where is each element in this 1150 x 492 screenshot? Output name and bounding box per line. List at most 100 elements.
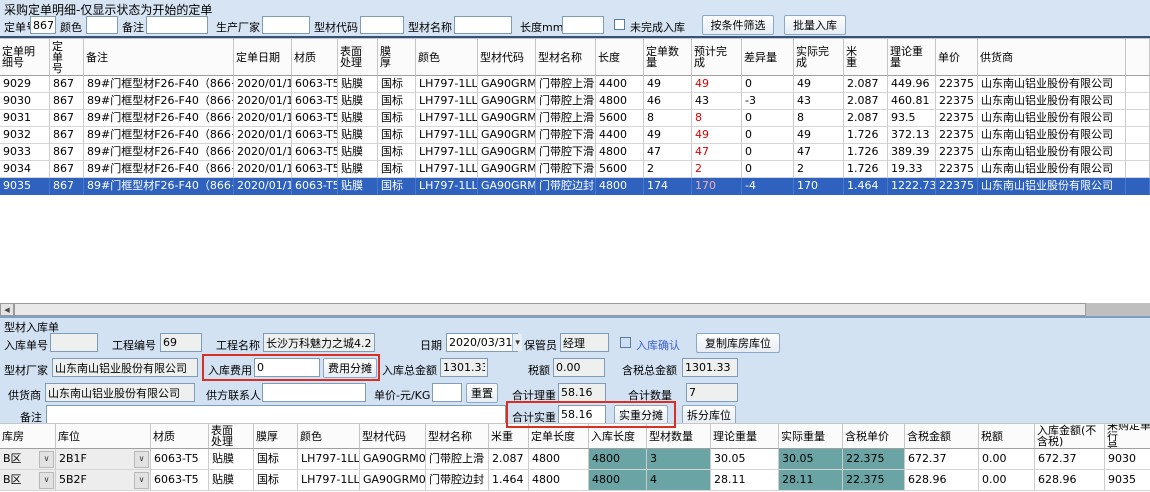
total-actual-input[interactable] — [558, 405, 606, 424]
fee-input[interactable] — [254, 358, 320, 377]
grid-cell[interactable]: 2020/01/13 — [234, 161, 292, 178]
grid-cell[interactable]: GA90GRM03 — [478, 110, 536, 127]
grid-row[interactable]: 903386789#门框型材F26-F40（866+867）2020/01/13… — [0, 144, 1150, 161]
tax-input[interactable] — [553, 358, 605, 377]
ruku-no-input[interactable] — [50, 333, 98, 352]
total-qty-input[interactable] — [686, 383, 738, 402]
grid-cell[interactable]: 22375 — [936, 76, 978, 93]
grid-cell[interactable]: 89#门框型材F26-F40（866+867） — [84, 76, 234, 93]
grid-cell[interactable]: 1.726 — [844, 127, 888, 144]
column-header[interactable]: 实际重量 — [779, 423, 843, 449]
column-header[interactable]: 材质 — [292, 38, 338, 76]
grid-cell[interactable]: 2.087 — [844, 93, 888, 110]
grid-cell[interactable]: 4400 — [596, 76, 644, 93]
column-header[interactable]: 型材数量 — [647, 423, 711, 449]
profile-name-input[interactable] — [454, 16, 512, 34]
factory-input[interactable] — [52, 358, 198, 377]
grid-cell[interactable]: GA90GRM04 — [478, 161, 536, 178]
grid-cell[interactable]: 0.00 — [979, 449, 1035, 470]
project-no-input[interactable] — [160, 333, 202, 352]
column-header[interactable]: 型材名称 — [536, 38, 596, 76]
grid-cell[interactable]: 国标 — [378, 178, 416, 195]
grid-cell[interactable] — [1126, 76, 1150, 93]
column-header[interactable]: 材质 — [151, 423, 209, 449]
grid-cell[interactable]: GA90GRM04 — [478, 127, 536, 144]
grid-cell[interactable]: 6063-T5 — [292, 178, 338, 195]
column-header[interactable]: 型材代码 — [360, 423, 426, 449]
grid-cell[interactable]: GA90GRM04 — [478, 144, 536, 161]
grid-cell[interactable]: 47 — [794, 144, 844, 161]
grid-cell[interactable]: 山东南山铝业股份有限公司 — [978, 178, 1126, 195]
grid-cell[interactable]: 30.05 — [779, 449, 843, 470]
grid-cell[interactable] — [1126, 93, 1150, 110]
grid-cell[interactable]: 门带腔上滑 — [536, 110, 596, 127]
column-header[interactable]: 税额 — [979, 423, 1035, 449]
grid-cell[interactable]: 1.464 — [489, 470, 529, 491]
grid-cell[interactable]: 867 — [50, 178, 84, 195]
column-header[interactable]: 型材名称 — [426, 423, 489, 449]
dropdown-arrow-icon[interactable]: ∨ — [134, 451, 149, 468]
grid-cell[interactable]: 6063-T5 — [292, 76, 338, 93]
dropdown-arrow-icon[interactable]: ∨ — [39, 472, 54, 489]
grid-cell[interactable]: 4800 — [529, 470, 589, 491]
grid-cell[interactable]: 9035 — [1105, 470, 1150, 491]
grid-cell[interactable]: 贴膜 — [209, 470, 254, 491]
grid-cell[interactable]: 9031 — [0, 110, 50, 127]
column-header[interactable]: 供货商 — [978, 38, 1126, 76]
grid-cell[interactable]: 4800 — [589, 449, 647, 470]
column-header[interactable]: 定单数 量 — [644, 38, 692, 76]
grid-cell[interactable]: 6063-T5 — [151, 449, 209, 470]
grid-cell[interactable]: 89#门框型材F26-F40（866+867） — [84, 161, 234, 178]
grid-cell[interactable]: 3 — [647, 449, 711, 470]
grid-cell[interactable]: 贴膜 — [209, 449, 254, 470]
total-amount-input[interactable] — [440, 358, 488, 377]
grid-cell[interactable]: 8 — [692, 110, 742, 127]
grid-cell[interactable]: LH797-1LL0 — [416, 93, 478, 110]
grid-cell[interactable]: 49 — [794, 127, 844, 144]
grid-cell[interactable]: 6063-T5 — [292, 93, 338, 110]
fee-allocate-button[interactable]: 费用分摊 — [323, 358, 377, 378]
grid-cell[interactable]: 867 — [50, 161, 84, 178]
grid-cell[interactable]: LH797-1LL0 — [416, 161, 478, 178]
grid-cell[interactable]: 山东南山铝业股份有限公司 — [978, 144, 1126, 161]
grid-cell[interactable]: 门带腔下滑 — [536, 161, 596, 178]
grid-cell[interactable]: 389.39 — [888, 144, 936, 161]
split-location-button[interactable]: 拆分库位 — [682, 405, 736, 425]
column-header[interactable]: 型材代码 — [478, 38, 536, 76]
column-header[interactable]: 定单日期 — [234, 38, 292, 76]
confirm-checkbox[interactable] — [620, 337, 631, 348]
grid-cell[interactable] — [1126, 110, 1150, 127]
date-field[interactable]: 2020/03/31 ▾ — [446, 333, 518, 352]
grid-cell[interactable]: 9029 — [0, 76, 50, 93]
grid-cell[interactable] — [1126, 127, 1150, 144]
grid-cell[interactable]: 22375 — [936, 144, 978, 161]
grid-cell[interactable]: 4 — [647, 470, 711, 491]
grid-cell[interactable]: 4800 — [529, 449, 589, 470]
grid-cell[interactable]: 门带腔上滑 — [426, 449, 489, 470]
grid-cell[interactable]: 0 — [742, 127, 794, 144]
column-header[interactable]: 预计完 成 — [692, 38, 742, 76]
actual-allocate-button[interactable]: 实重分摊 — [614, 405, 668, 425]
grid-cell[interactable]: 5B2F∨ — [56, 470, 151, 491]
grid-cell[interactable]: 国标 — [378, 161, 416, 178]
column-header[interactable]: 理论重 量 — [888, 38, 936, 76]
grid-cell[interactable]: LH797-1LL0 — [416, 178, 478, 195]
grid-cell[interactable]: 9033 — [0, 144, 50, 161]
grid-cell[interactable]: 43 — [794, 93, 844, 110]
grid-cell[interactable]: GA90GRM05 — [360, 470, 426, 491]
grid-cell[interactable]: 国标 — [378, 76, 416, 93]
grid-cell[interactable]: LH797-1LL0 — [416, 110, 478, 127]
column-header[interactable]: 颜色 — [298, 423, 360, 449]
grid-cell[interactable]: 867 — [50, 110, 84, 127]
column-header[interactable]: 定单明 细号 — [0, 38, 50, 76]
contact-input[interactable] — [262, 383, 366, 402]
column-header[interactable]: 长度 — [596, 38, 644, 76]
total-with-tax-input[interactable] — [682, 358, 738, 377]
grid-cell[interactable]: 1.726 — [844, 144, 888, 161]
grid-cell[interactable]: 6063-T5 — [292, 144, 338, 161]
column-header[interactable]: 膜 厚 — [378, 38, 416, 76]
column-header[interactable]: 理论重量 — [711, 423, 779, 449]
order-no-input[interactable] — [30, 16, 56, 34]
grid-cell[interactable]: 628.96 — [905, 470, 979, 491]
grid-row[interactable]: 903286789#门框型材F26-F40（866+867）2020/01/13… — [0, 127, 1150, 144]
